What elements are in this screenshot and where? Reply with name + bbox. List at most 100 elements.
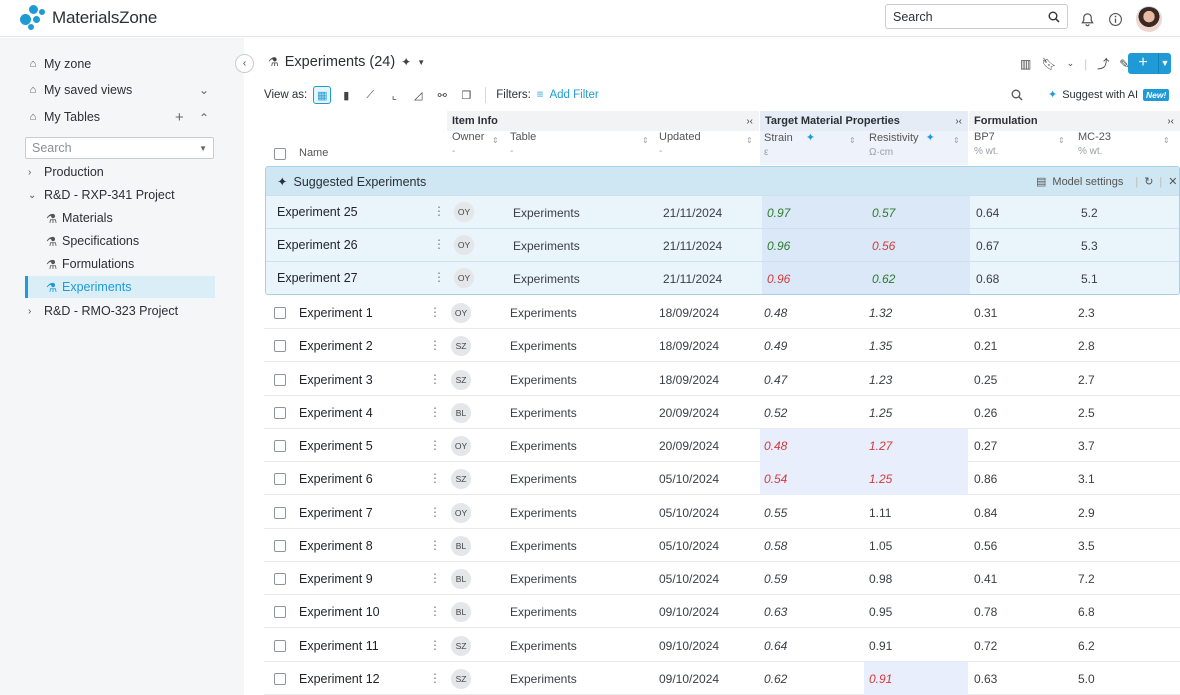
row-menu-icon[interactable]: ⋮: [429, 638, 441, 652]
sort-icon[interactable]: ⇕: [746, 136, 753, 145]
collapse-group-icon[interactable]: ›‹: [955, 116, 962, 127]
add-table-icon[interactable]: +: [175, 109, 184, 126]
refresh-icon[interactable]: ↻: [1144, 175, 1153, 188]
share-icon[interactable]: ⤴: [1097, 55, 1109, 72]
suggested-row[interactable]: Experiment 25 ⋮ OY Experiments 21/11/202…: [266, 195, 1179, 229]
experiment-name[interactable]: Experiment 2: [299, 339, 373, 353]
table-row[interactable]: Experiment 4 ⋮ BL Experiments 20/09/2024…: [264, 396, 1180, 429]
column-header-resistivity[interactable]: Resistivity ✦ Ω·cm: [869, 131, 935, 158]
row-menu-icon[interactable]: ⋮: [433, 204, 445, 218]
row-menu-icon[interactable]: ⋮: [429, 604, 441, 618]
tree-item-formulations[interactable]: ⚗ Formulations: [46, 253, 134, 275]
experiment-name[interactable]: Experiment 27: [277, 271, 358, 285]
info-icon[interactable]: [1108, 12, 1123, 27]
caret-down-icon[interactable]: ▼: [1159, 53, 1171, 74]
sort-icon[interactable]: ⇕: [642, 136, 649, 145]
sidebar-item-my-tables[interactable]: ⌂ My Tables: [26, 106, 100, 128]
row-checkbox[interactable]: [274, 406, 286, 419]
column-header-bp7[interactable]: BP7% wt.: [974, 131, 998, 157]
table-row[interactable]: Experiment 11 ⋮ SZ Experiments 09/10/202…: [264, 629, 1180, 662]
experiment-name[interactable]: Experiment 7: [299, 506, 373, 520]
app-logo[interactable]: MaterialsZone: [20, 5, 157, 31]
experiment-name[interactable]: Experiment 1: [299, 306, 373, 320]
suggested-row[interactable]: Experiment 27 ⋮ OY Experiments 21/11/202…: [266, 261, 1179, 294]
sort-icon[interactable]: ⇕: [1058, 136, 1065, 145]
row-menu-icon[interactable]: ⋮: [429, 671, 441, 685]
scatter-chart-icon[interactable]: ⌞: [385, 86, 403, 104]
row-checkbox[interactable]: [274, 606, 286, 619]
row-menu-icon[interactable]: ⋮: [429, 405, 441, 419]
suggest-with-ai-button[interactable]: ✦ Suggest with AI New!: [1048, 88, 1170, 101]
column-header-updated[interactable]: Updated -: [659, 131, 701, 157]
row-menu-icon[interactable]: ⋮: [433, 270, 445, 284]
experiment-name[interactable]: Experiment 6: [299, 472, 373, 486]
experiment-name[interactable]: Experiment 8: [299, 539, 373, 553]
tree-item-production[interactable]: › Production: [28, 161, 104, 183]
sort-icon[interactable]: ⇕: [1163, 136, 1170, 145]
row-menu-icon[interactable]: ⋮: [429, 372, 441, 386]
row-checkbox[interactable]: [274, 672, 286, 685]
row-checkbox[interactable]: [274, 307, 286, 319]
column-header-strain[interactable]: Strain ✦ ε: [764, 131, 815, 158]
search-icon[interactable]: [1011, 89, 1023, 104]
column-header-mc23[interactable]: MC-23% wt.: [1078, 131, 1111, 157]
network-icon[interactable]: ⚯: [433, 86, 451, 104]
row-menu-icon[interactable]: ⋮: [429, 538, 441, 552]
tree-item-materials[interactable]: ⚗ Materials: [46, 207, 113, 229]
experiment-name[interactable]: Experiment 3: [299, 373, 373, 387]
sidebar-item-saved-views[interactable]: ⌂ My saved views: [26, 79, 133, 101]
row-checkbox[interactable]: [274, 473, 286, 486]
bar-chart-icon[interactable]: ▮: [337, 86, 355, 104]
column-header-table[interactable]: Table -: [510, 131, 536, 157]
table-view-icon[interactable]: ▦: [313, 86, 332, 104]
columns-icon[interactable]: ▥: [1020, 57, 1031, 71]
line-chart-icon[interactable]: ⟋: [361, 86, 379, 104]
select-all-checkbox[interactable]: [274, 148, 286, 160]
column-header-owner[interactable]: Owner -: [452, 131, 484, 157]
bookmark-dropdown-icon[interactable]: ⌄: [1067, 58, 1075, 69]
chevron-down-icon[interactable]: ⌄: [199, 83, 209, 97]
chevron-up-icon[interactable]: ⌃: [199, 111, 209, 125]
table-row[interactable]: Experiment 2 ⋮ SZ Experiments 18/09/2024…: [264, 329, 1180, 363]
cards-icon[interactable]: ❐: [457, 86, 475, 104]
collapse-group-icon[interactable]: ›‹: [746, 116, 753, 127]
row-menu-icon[interactable]: ⋮: [429, 471, 441, 485]
table-row[interactable]: Experiment 1 ⋮ OY Experiments 18/09/2024…: [264, 296, 1180, 329]
table-row[interactable]: Experiment 9 ⋮ BL Experiments 05/10/2024…: [264, 562, 1180, 595]
experiment-name[interactable]: Experiment 9: [299, 572, 373, 586]
row-menu-icon[interactable]: ⋮: [429, 338, 441, 352]
plus-icon[interactable]: +: [1128, 53, 1159, 74]
collapse-group-icon[interactable]: ›‹: [1167, 116, 1174, 127]
experiment-name[interactable]: Experiment 4: [299, 406, 373, 420]
add-filter-button[interactable]: Add Filter: [549, 89, 598, 101]
column-header-name[interactable]: Name: [299, 147, 328, 159]
row-checkbox[interactable]: [274, 639, 286, 652]
bell-icon[interactable]: [1080, 12, 1095, 27]
row-checkbox[interactable]: [274, 440, 286, 452]
table-row[interactable]: Experiment 6 ⋮ SZ Experiments 05/10/2024…: [264, 462, 1180, 496]
suggested-row[interactable]: Experiment 26 ⋮ OY Experiments 21/11/202…: [266, 228, 1179, 262]
tree-item-rxp-341[interactable]: ⌄ R&D - RXP-341 Project: [28, 184, 175, 206]
row-menu-icon[interactable]: ⋮: [429, 571, 441, 585]
table-row[interactable]: Experiment 12 ⋮ SZ Experiments 09/10/202…: [264, 661, 1180, 695]
tree-item-specifications[interactable]: ⚗ Specifications: [46, 230, 139, 252]
table-row[interactable]: Experiment 10 ⋮ BL Experiments 09/10/202…: [264, 595, 1180, 629]
add-item-button[interactable]: + ▼: [1128, 53, 1171, 74]
sort-icon[interactable]: ⇕: [849, 136, 856, 145]
collapse-sidebar-button[interactable]: ‹: [235, 54, 254, 73]
table-row[interactable]: Experiment 7 ⋮ OY Experiments 05/10/2024…: [264, 496, 1180, 529]
row-menu-icon[interactable]: ⋮: [429, 305, 441, 319]
tree-item-rmo-323[interactable]: › R&D - RMO-323 Project: [28, 300, 178, 322]
area-chart-icon[interactable]: ◿: [409, 86, 427, 104]
row-checkbox[interactable]: [274, 539, 286, 552]
experiment-name[interactable]: Experiment 5: [299, 439, 373, 453]
table-row[interactable]: Experiment 5 ⋮ OY Experiments 20/09/2024…: [264, 429, 1180, 462]
row-menu-icon[interactable]: ⋮: [429, 505, 441, 519]
experiment-name[interactable]: Experiment 11: [299, 639, 379, 653]
bookmark-icon[interactable]: 🔖︎: [1041, 57, 1056, 71]
row-checkbox[interactable]: [274, 340, 286, 353]
global-search-input[interactable]: Search: [885, 4, 1068, 29]
close-icon[interactable]: ✕: [1168, 175, 1177, 188]
tree-item-experiments[interactable]: ⚗ Experiments: [46, 276, 131, 298]
row-menu-icon[interactable]: ⋮: [429, 438, 441, 452]
